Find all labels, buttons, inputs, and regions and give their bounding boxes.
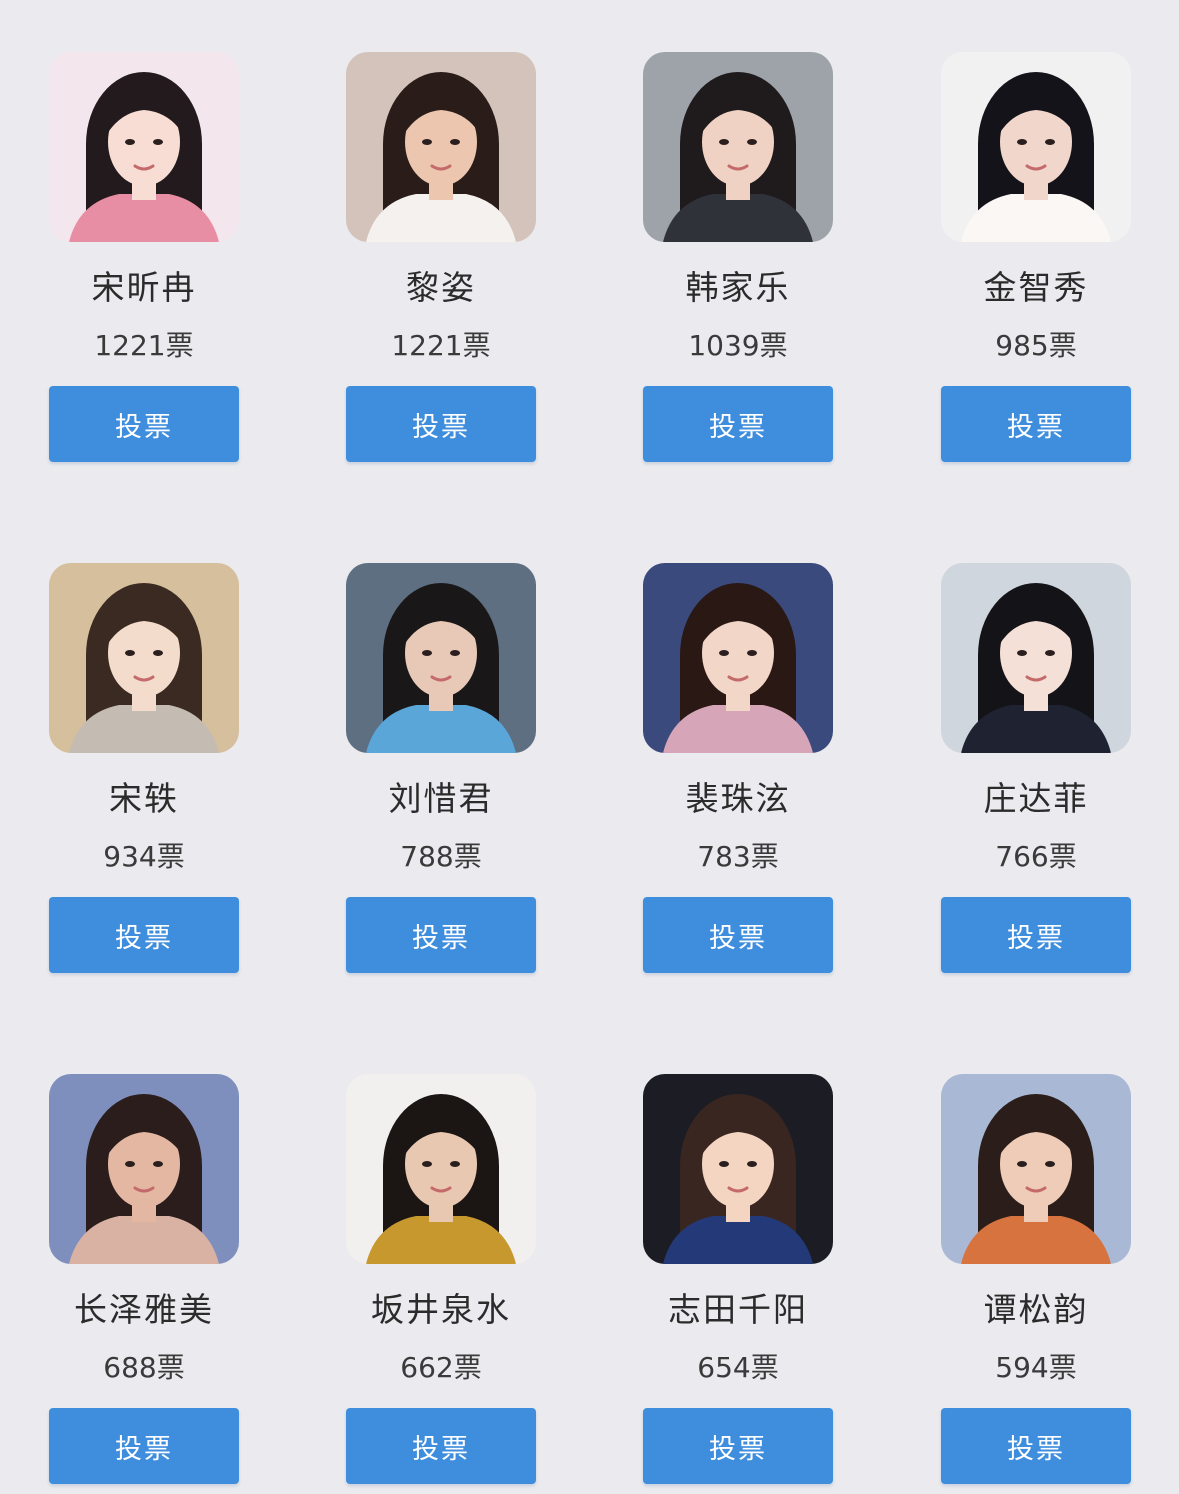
candidate-name: 庄达菲: [983, 779, 1089, 818]
vote-count: 662票: [400, 1351, 482, 1384]
candidate-card: 裴珠泫 783票投票: [643, 563, 833, 983]
candidate-card: 金智秀 985票投票: [941, 52, 1131, 472]
vote-count: 654票: [697, 1351, 779, 1384]
candidate-photo: [941, 52, 1131, 242]
candidate-photo: [941, 563, 1131, 753]
candidate-photo: [346, 1074, 536, 1264]
candidate-grid: 宋昕冉 1221票 投票 黎姿 1221票 投票 韩家乐 1039票 投票 金智秀 985票 投票 宋轶…: [0, 0, 1179, 1484]
candidate-name: 宋轶: [109, 779, 179, 818]
candidate-name: 金智秀: [983, 268, 1089, 307]
vote-button[interactable]: 投票: [346, 1408, 536, 1484]
vote-button[interactable]: 投票: [49, 897, 239, 973]
vote-button[interactable]: 投票: [941, 1408, 1131, 1484]
candidate-card: 庄达菲 766票投票: [941, 563, 1131, 983]
candidate-photo: [643, 1074, 833, 1264]
candidate-name: 坂井泉水: [371, 1290, 511, 1329]
candidate-name: 刘惜君: [388, 779, 494, 818]
vote-count: 788票: [400, 840, 482, 873]
candidate-name: 黎姿: [406, 268, 476, 307]
candidate-card: 谭松韵 594票投票: [941, 1074, 1131, 1494]
vote-count: 1039票: [688, 329, 788, 362]
candidate-card: 黎姿 1221票投票: [346, 52, 536, 472]
vote-count: 934票: [103, 840, 185, 873]
vote-button[interactable]: 投票: [49, 1408, 239, 1484]
candidate-photo: [346, 52, 536, 242]
vote-button[interactable]: 投票: [643, 897, 833, 973]
candidate-photo: [643, 52, 833, 242]
vote-button[interactable]: 投票: [346, 386, 536, 462]
vote-button[interactable]: 投票: [941, 386, 1131, 462]
vote-button[interactable]: 投票: [643, 386, 833, 462]
vote-button[interactable]: 投票: [941, 897, 1131, 973]
vote-count: 766票: [995, 840, 1077, 873]
vote-count: 594票: [995, 1351, 1077, 1384]
candidate-card: 长泽雅美 688票投票: [49, 1074, 239, 1494]
vote-count: 783票: [697, 840, 779, 873]
candidate-name: 长泽雅美: [74, 1290, 214, 1329]
candidate-photo: [941, 1074, 1131, 1264]
vote-count: 1221票: [391, 329, 491, 362]
candidate-card: 韩家乐 1039票投票: [643, 52, 833, 472]
candidate-name: 谭松韵: [983, 1290, 1089, 1329]
candidate-name: 韩家乐: [685, 268, 791, 307]
candidate-name: 志田千阳: [668, 1290, 808, 1329]
candidate-card: 刘惜君 788票投票: [346, 563, 536, 983]
vote-button[interactable]: 投票: [643, 1408, 833, 1484]
vote-button[interactable]: 投票: [346, 897, 536, 973]
vote-count: 1221票: [94, 329, 194, 362]
candidate-photo: [346, 563, 536, 753]
candidate-card: 宋昕冉 1221票投票: [49, 52, 239, 472]
vote-count: 688票: [103, 1351, 185, 1384]
candidate-photo: [49, 52, 239, 242]
candidate-card: 宋轶 934票投票: [49, 563, 239, 983]
candidate-card: 坂井泉水 662票投票: [346, 1074, 536, 1494]
candidate-name: 宋昕冉: [91, 268, 197, 307]
candidate-photo: [49, 563, 239, 753]
candidate-card: 志田千阳 654票投票: [643, 1074, 833, 1494]
vote-count: 985票: [995, 329, 1077, 362]
candidate-name: 裴珠泫: [685, 779, 791, 818]
candidate-photo: [49, 1074, 239, 1264]
vote-button[interactable]: 投票: [49, 386, 239, 462]
candidate-photo: [643, 563, 833, 753]
